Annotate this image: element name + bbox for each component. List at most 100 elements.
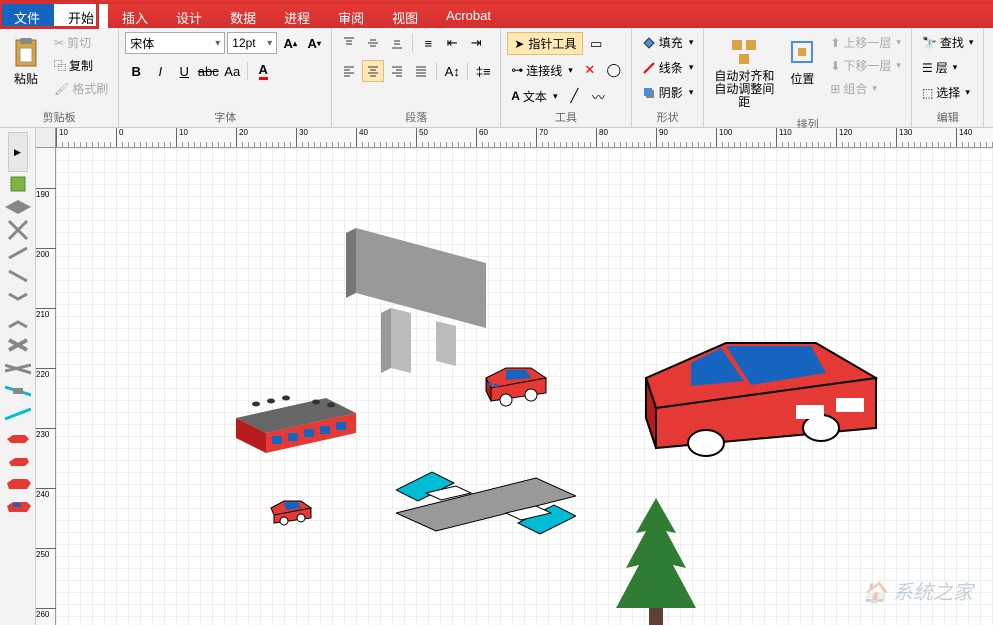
group-arrange: 自动对齐和自动调整间距 位置 ⬆上移一层▾ ⬇下移一层▾ ⊞组合▾ 排列 xyxy=(704,28,912,127)
shape-blueline-icon[interactable] xyxy=(3,403,33,425)
grow-font-button[interactable]: A▴ xyxy=(279,32,301,54)
fill-icon xyxy=(642,36,656,50)
shape-chevron2-icon[interactable] xyxy=(3,311,33,333)
group-clipboard: 粘贴 ✂剪切 ⿻复制 🖌格式刷 剪贴板 xyxy=(0,28,119,127)
shape-line1-icon[interactable] xyxy=(3,242,33,264)
brush-icon: 🖌 xyxy=(54,82,69,96)
bold-button[interactable]: B xyxy=(125,60,147,82)
pointer-tool-button[interactable]: ➤ 指针工具 xyxy=(507,32,583,55)
increase-indent-button[interactable]: ⇥ xyxy=(465,32,487,54)
strikethrough-button[interactable]: abc xyxy=(197,60,219,82)
font-size-combo[interactable]: 12pt xyxy=(227,32,277,54)
ruler-corner xyxy=(36,128,56,148)
shape-car1-icon[interactable] xyxy=(3,426,33,448)
shrink-font-button[interactable]: A▾ xyxy=(303,32,325,54)
tab-file[interactable]: 文件 xyxy=(0,4,54,28)
fill-button[interactable]: 填充▾ xyxy=(638,32,698,53)
shape-bus[interactable] xyxy=(226,393,366,463)
shape-car4-icon[interactable] xyxy=(3,495,33,517)
delete-tool-button[interactable]: ✕ xyxy=(579,59,601,81)
text-tool-button[interactable]: A文本▾ xyxy=(507,86,561,107)
align-bottom-button[interactable] xyxy=(386,32,408,54)
paste-label: 粘贴 xyxy=(14,70,38,87)
decrease-indent-button[interactable]: ⇤ xyxy=(441,32,463,54)
find-button[interactable]: 🔭查找▾ xyxy=(918,32,978,53)
shape-car3-icon[interactable] xyxy=(3,472,33,494)
shape-stencil-button[interactable] xyxy=(3,173,33,195)
ruler-horizontal[interactable]: 100102030405060708090100110120130140 xyxy=(56,128,993,148)
align-middle-button[interactable] xyxy=(362,32,384,54)
watermark: 🏠 系统之家 xyxy=(863,576,973,605)
text-direction-button[interactable]: A↕ xyxy=(441,60,463,82)
pointer-icon: ➤ xyxy=(514,37,524,51)
shape-intersection[interactable] xyxy=(396,468,576,548)
layers-icon: ☰ xyxy=(922,61,933,75)
font-color-button[interactable]: A xyxy=(252,60,274,82)
align-right-button[interactable] xyxy=(386,60,408,82)
font-family-combo[interactable]: 宋体 xyxy=(125,32,225,54)
shape-cross-icon[interactable] xyxy=(3,219,33,241)
shape-tiny-car[interactable] xyxy=(266,493,316,528)
tab-review[interactable]: 审阅 xyxy=(324,4,378,28)
tab-data[interactable]: 数据 xyxy=(216,4,270,28)
align-top-button[interactable] xyxy=(338,32,360,54)
change-case-button[interactable]: Aa xyxy=(221,60,243,82)
group-icon: ⊞ xyxy=(830,82,840,96)
underline-button[interactable]: U xyxy=(173,60,195,82)
shape-line2-icon[interactable] xyxy=(3,265,33,287)
shape-road-icon[interactable] xyxy=(3,196,33,218)
layer-button[interactable]: ☰层▾ xyxy=(918,57,961,78)
binoculars-icon: 🔭 xyxy=(922,36,937,50)
shape-large-car[interactable] xyxy=(616,323,896,463)
align-left-button[interactable] xyxy=(338,60,360,82)
copy-button[interactable]: ⿻复制 xyxy=(50,55,112,76)
italic-button[interactable]: I xyxy=(149,60,171,82)
shape-small-car-1[interactable] xyxy=(476,358,556,408)
copy-icon: ⿻ xyxy=(54,57,66,74)
group-tools: ➤ 指针工具 ▭ ⊶连接线▾ ✕ ◯ A文本▾ ╱ 〰 工具 xyxy=(501,28,632,127)
shape-billboard[interactable] xyxy=(336,218,506,378)
menu-tabs: 文件 开始 插入 设计 数据 进程 审阅 视图 Acrobat xyxy=(0,4,993,28)
shadow-icon xyxy=(642,86,656,100)
freeform-tool-button[interactable]: 〰 xyxy=(587,85,609,107)
shape-bridge-icon[interactable] xyxy=(3,357,33,379)
tab-design[interactable]: 设计 xyxy=(162,4,216,28)
line-tool-button[interactable]: ╱ xyxy=(563,85,585,107)
shape-group-label: 形状 xyxy=(638,107,698,125)
drawing-page[interactable]: 🏠 系统之家 xyxy=(56,148,993,625)
group-button: ⊞组合▾ xyxy=(826,78,905,99)
ribbon: 粘贴 ✂剪切 ⿻复制 🖌格式刷 剪贴板 宋体 12pt A▴ A▾ B I U … xyxy=(0,28,993,128)
scissors-icon: ✂ xyxy=(54,36,64,50)
line-spacing-button[interactable]: ‡≡ xyxy=(472,60,494,82)
auto-align-button[interactable]: 自动对齐和自动调整间距 xyxy=(710,32,778,114)
tab-process[interactable]: 进程 xyxy=(270,4,324,28)
rectangle-tool-button[interactable]: ▭ xyxy=(585,33,607,55)
line-button[interactable]: 线条▾ xyxy=(638,57,698,78)
shape-overpass-icon[interactable] xyxy=(3,380,33,402)
shape-xroad-icon[interactable] xyxy=(3,334,33,356)
bring-forward-button: ⬆上移一层▾ xyxy=(826,32,905,53)
paste-button[interactable]: 粘贴 xyxy=(6,32,46,91)
align-center-button[interactable] xyxy=(362,60,384,82)
select-button[interactable]: ⬚选择▾ xyxy=(918,82,974,103)
ruler-vertical[interactable]: 190200210220230240250260270280 xyxy=(36,148,56,625)
group-font: 宋体 12pt A▴ A▾ B I U abc Aa A 字体 xyxy=(119,28,332,127)
position-button[interactable]: 位置 xyxy=(782,32,822,91)
select-icon: ⬚ xyxy=(922,86,933,100)
tab-acrobat[interactable]: Acrobat xyxy=(432,4,505,28)
tab-insert[interactable]: 插入 xyxy=(108,4,162,28)
font-group-label: 字体 xyxy=(125,107,325,125)
connector-tool-button[interactable]: ⊶连接线▾ xyxy=(507,60,577,81)
shadow-button[interactable]: 阴影▾ xyxy=(638,82,698,103)
tab-home[interactable]: 开始 xyxy=(54,4,108,28)
shape-chevron1-icon[interactable] xyxy=(3,288,33,310)
shape-tree[interactable] xyxy=(601,493,711,625)
cut-button: ✂剪切 xyxy=(50,32,112,53)
ellipse-tool-button[interactable]: ◯ xyxy=(603,59,625,81)
tab-view[interactable]: 视图 xyxy=(378,4,432,28)
shape-car2-icon[interactable] xyxy=(3,449,33,471)
auto-align-label: 自动对齐和自动调整间距 xyxy=(714,70,774,110)
expand-shapes-button[interactable]: ▶ xyxy=(8,132,28,172)
bullets-button[interactable]: ≡ xyxy=(417,32,439,54)
justify-button[interactable] xyxy=(410,60,432,82)
